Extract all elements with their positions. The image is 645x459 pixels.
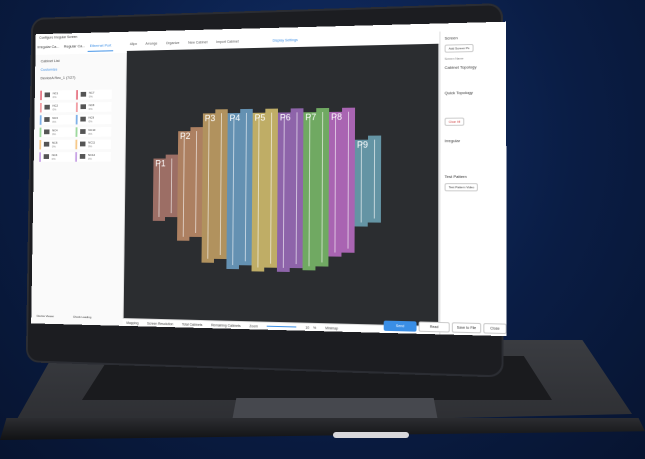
cabinet-icon (79, 154, 86, 159)
close-button[interactable]: Close (483, 323, 507, 335)
toolbar-organize[interactable]: Organize (166, 41, 180, 45)
check-load-link[interactable]: Check Loading (73, 315, 91, 319)
port-label: P6 (280, 112, 291, 122)
sidebar: Cabinet List Customize DeviceA Rec_1 (7/… (31, 52, 127, 326)
cabinet-card[interactable]: NC12 0% (75, 151, 111, 162)
toolbar-import-cabinet[interactable]: Import Cabinet (216, 40, 239, 44)
cabinet-load: 0% (88, 131, 93, 136)
quick-topology-heading: Quick Topology (444, 89, 473, 96)
cabinet-load: 0% (87, 156, 92, 161)
cabinet-icon (80, 116, 86, 122)
device-viewer-link[interactable]: Device Viewer (37, 314, 54, 318)
clear-all-button[interactable]: Clear All (444, 117, 465, 126)
cabinet-load: 0% (88, 94, 93, 99)
cabinet-load: 0% (51, 144, 56, 149)
cabinet-map: P1 P2 P3 P4 P5 P6 P7 P8 P9 (152, 107, 382, 272)
cabinet-card[interactable]: NC6 0% (39, 152, 75, 162)
port-label: P7 (305, 112, 316, 122)
test-pattern-video-button[interactable]: Test Pattern Video (444, 183, 479, 192)
screen-name-label: Screen Name (444, 56, 464, 61)
cabinet-load: 0% (52, 132, 57, 137)
send-button[interactable]: Send (383, 320, 417, 332)
cabinet-load: 0% (52, 95, 57, 100)
cabinet-card[interactable]: NC10 0% (75, 126, 112, 137)
test-pattern-heading: Test Pattern (444, 173, 467, 180)
cabinet-icon (44, 92, 51, 98)
cabinet-card[interactable]: NC11 0% (75, 139, 112, 150)
cabinet-card[interactable]: NC9 0% (75, 114, 112, 125)
tab-ethernet-port[interactable]: Ethernet Port (87, 39, 114, 52)
sidebar-device[interactable]: DeviceA Rec_1 (7/27) (40, 74, 120, 80)
cabinet-card[interactable]: NC1 0% (40, 90, 76, 101)
cabinet-card-list: NC1 0% NC7 0% NC2 0% NC8 0% NC3 0% NC9 0% NC4 0% NC10 0… (39, 89, 112, 162)
properties-panel: Screen Add Screen Ps Screen Name Cabinet… (439, 29, 507, 337)
sidebar-section-title: Cabinet List (40, 58, 60, 64)
port-label: P3 (205, 113, 216, 123)
minimap-toggle[interactable]: Minimap (325, 326, 338, 330)
port-label: P5 (255, 112, 266, 122)
cabinet-load: 0% (51, 157, 56, 161)
sidebar-group[interactable]: Customize (41, 65, 121, 72)
screen-canvas[interactable]: P1 P2 P3 P4 P5 P6 P7 P8 P9 (123, 43, 439, 327)
cabinet-card[interactable]: NC4 0% (39, 127, 75, 138)
cabinet-icon (80, 91, 87, 97)
cabinet-load: 0% (88, 144, 93, 149)
laptop-notch (333, 432, 409, 438)
save-file-button[interactable]: Save to File (451, 322, 482, 334)
read-button[interactable]: Read (418, 321, 450, 333)
app-title: Configure Irregular Screen (39, 35, 78, 40)
port-label: P1 (155, 158, 166, 168)
tab-irregular[interactable]: Irregular Ca... (35, 41, 61, 52)
app-window: Configure Irregular Screen Irregular Ca.… (31, 21, 507, 337)
cabinet-icon (79, 141, 86, 147)
zoom-label: Zoom (249, 324, 258, 329)
toolbar-arrange[interactable]: Arrange (145, 42, 157, 46)
cabinet-icon (80, 129, 86, 134)
cabinet-card[interactable]: NC3 0% (39, 114, 75, 125)
irregular-heading: Irregular (444, 138, 461, 144)
cabinet-icon (44, 104, 50, 110)
cabinet-card[interactable]: NC8 0% (75, 102, 112, 113)
cabinet-load: 0% (52, 107, 57, 112)
cabinet-load: 0% (88, 119, 93, 124)
status-mapping[interactable]: Mapping (126, 321, 138, 325)
add-screen-button[interactable]: Add Screen Ps (444, 43, 474, 53)
port-label: P8 (331, 112, 342, 122)
cabinet-icon (80, 104, 86, 110)
laptop-front-edge (0, 418, 645, 440)
cabinet-load: 0% (52, 119, 57, 124)
cabinet-icon (44, 129, 50, 135)
cabinet-icon (43, 141, 50, 147)
cabinet-card[interactable]: NC2 0% (39, 102, 76, 113)
cabinet-icon (44, 117, 50, 122)
status-remaining: Remaining Cabinets (211, 323, 241, 329)
cabinet-card[interactable]: NC5 0% (39, 139, 75, 150)
status-resolution: Screen Resolution (147, 321, 174, 327)
cabinet-card[interactable]: NC7 0% (76, 89, 112, 100)
zoom-value: 10 (305, 325, 310, 330)
port-label: P4 (230, 113, 241, 123)
status-total-cabinets: Total Cabinets (181, 322, 203, 327)
zoom-unit: % (313, 325, 317, 331)
zoom-slider[interactable] (266, 326, 297, 328)
port-label: P9 (357, 139, 368, 149)
tab-regular[interactable]: Regular Ca... (62, 40, 87, 51)
cabinet-icon (43, 154, 50, 159)
cabinet-load: 0% (88, 107, 93, 111)
cabinet-topology-heading: Cabinet Topology (444, 64, 477, 70)
display-settings-link[interactable]: Display Settings (273, 38, 298, 43)
screen-heading: Screen (444, 35, 458, 41)
toolbar-new-cabinet[interactable]: New Cabinet (188, 40, 207, 44)
toolbar-size[interactable]: 48px (130, 42, 137, 46)
port-label: P2 (180, 131, 191, 141)
